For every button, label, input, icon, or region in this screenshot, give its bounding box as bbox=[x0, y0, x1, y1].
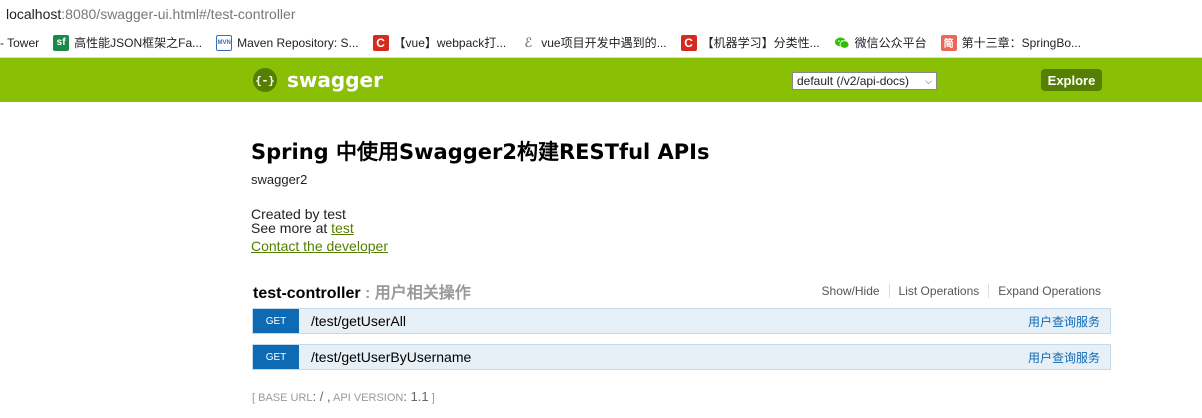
api-title: Spring 中使用Swagger2构建RESTful APIs bbox=[251, 140, 710, 164]
wechat-icon bbox=[833, 34, 850, 51]
resource-heading[interactable]: test-controller : 用户相关操作 bbox=[253, 279, 471, 303]
bookmarks-bar: - Tower sf 高性能JSON框架之Fa... MVN Maven Rep… bbox=[0, 28, 1202, 58]
resource-actions: Show/Hide List Operations Expand Operati… bbox=[813, 284, 1101, 298]
swagger-logo-text: swagger bbox=[287, 68, 383, 92]
base-url-value: : / , bbox=[312, 389, 331, 404]
operation-row[interactable]: GET /test/getUserByUsername 用户查询服务 bbox=[252, 344, 1111, 370]
operation-path[interactable]: /test/getUserByUsername bbox=[311, 349, 1028, 365]
mvn-icon: MVN bbox=[216, 34, 233, 51]
csdn-icon: C bbox=[372, 34, 389, 51]
http-method-badge[interactable]: GET bbox=[253, 309, 299, 333]
see-more-link[interactable]: test bbox=[331, 220, 354, 236]
operation-summary[interactable]: 用户查询服务 bbox=[1028, 349, 1100, 366]
expand-operations-link[interactable]: Expand Operations bbox=[989, 284, 1101, 298]
address-host: localhost bbox=[6, 6, 62, 22]
bookmark-label: 微信公众平台 bbox=[854, 36, 927, 50]
swagger-header: {-} swagger default (/v2/api-docs) ⌵ Exp… bbox=[0, 58, 1202, 102]
csdn-icon: C bbox=[680, 34, 697, 51]
address-path: :8080/swagger-ui.html#/test-controller bbox=[61, 6, 296, 22]
bookmark-label: 【vue】webpack打... bbox=[393, 36, 507, 50]
contact-developer-link[interactable]: Contact the developer bbox=[251, 238, 388, 254]
jianshu-icon: 简 bbox=[940, 34, 957, 51]
swagger-logo-icon: {-} bbox=[253, 68, 277, 92]
bookmark-ml[interactable]: C 【机器学习】分类性... bbox=[680, 34, 820, 51]
bookmark-vue-webpack[interactable]: C 【vue】webpack打... bbox=[372, 34, 507, 51]
api-docs-select-value: default (/v2/api-docs) bbox=[797, 74, 910, 88]
swagger-logo[interactable]: {-} swagger bbox=[253, 68, 383, 92]
explore-button[interactable]: Explore bbox=[1041, 69, 1102, 91]
address-bar[interactable]: localhost:8080/swagger-ui.html#/test-con… bbox=[0, 0, 1202, 28]
show-hide-link[interactable]: Show/Hide bbox=[813, 284, 890, 298]
sf-icon: sf bbox=[53, 34, 70, 51]
operation-summary[interactable]: 用户查询服务 bbox=[1028, 313, 1100, 330]
vue-icon: ℰ bbox=[520, 34, 537, 51]
bookmark-maven[interactable]: MVN Maven Repository: S... bbox=[216, 34, 359, 51]
see-more: See more at test bbox=[251, 220, 354, 236]
resource-name[interactable]: test-controller bbox=[253, 285, 361, 302]
bookmark-springboot[interactable]: 简 第十三章：SpringBo... bbox=[940, 34, 1082, 51]
bookmark-label: - Tower bbox=[0, 35, 40, 50]
bookmark-wechat[interactable]: 微信公众平台 bbox=[833, 34, 927, 51]
bookmark-label: 【机器学习】分类性... bbox=[701, 36, 820, 50]
resource-separator: : bbox=[360, 285, 375, 302]
footer-close: ] bbox=[428, 392, 435, 404]
http-method-badge[interactable]: GET bbox=[253, 345, 299, 369]
bookmark-label: 高性能JSON框架之Fa... bbox=[74, 36, 203, 50]
api-description: swagger2 bbox=[251, 172, 308, 187]
bookmark-label: Maven Repository: S... bbox=[237, 35, 359, 50]
bookmark-fastjson[interactable]: sf 高性能JSON框架之Fa... bbox=[53, 34, 202, 51]
footer-open: [ BASE URL bbox=[252, 392, 313, 404]
chevron-down-icon: ⌵ bbox=[925, 75, 932, 86]
api-footer: [ BASE URL: / , API VERSION: 1.1 ] bbox=[252, 389, 435, 404]
see-more-prefix: See more at bbox=[251, 220, 332, 236]
bookmark-label: 第十三章：SpringBo... bbox=[961, 36, 1082, 50]
list-operations-link[interactable]: List Operations bbox=[890, 284, 990, 298]
bookmark-label: vue项目开发中遇到的... bbox=[541, 36, 667, 50]
api-version-label: API VERSION bbox=[330, 392, 404, 404]
resource-description: 用户相关操作 bbox=[374, 285, 471, 302]
operation-path[interactable]: /test/getUserAll bbox=[311, 313, 1028, 329]
bookmark-tower[interactable]: - Tower bbox=[0, 36, 39, 50]
api-docs-select[interactable]: default (/v2/api-docs) ⌵ bbox=[792, 72, 937, 90]
operation-row[interactable]: GET /test/getUserAll 用户查询服务 bbox=[252, 308, 1111, 334]
bookmark-vue-project[interactable]: ℰ vue项目开发中遇到的... bbox=[520, 34, 667, 51]
api-version-value: : 1.1 bbox=[403, 389, 429, 404]
